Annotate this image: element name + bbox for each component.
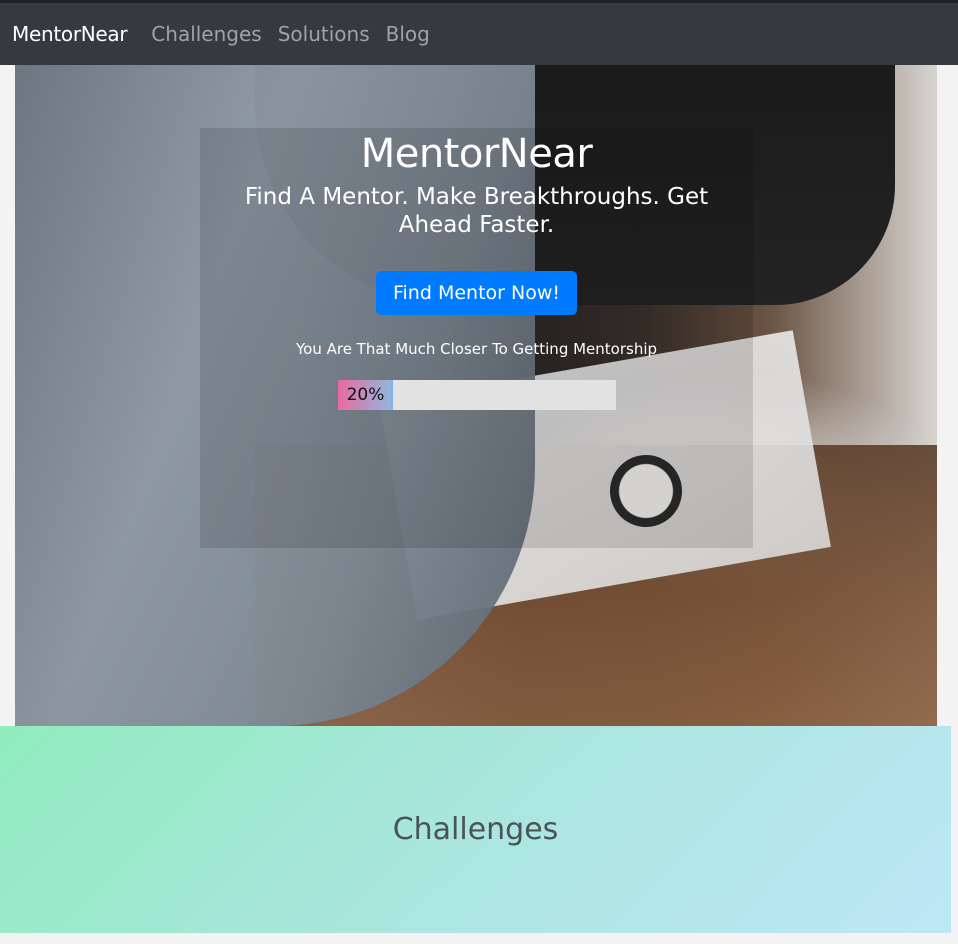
navbar: MentorNear Challenges Solutions Blog: [0, 3, 958, 65]
hero-subtitle: Find A Mentor. Make Breakthroughs. Get A…: [244, 184, 709, 238]
page-edge: [951, 65, 958, 944]
progress-bar: 20%: [337, 380, 616, 410]
nav-link-solutions[interactable]: Solutions: [278, 22, 370, 46]
challenges-section: Challenges: [0, 726, 951, 933]
nav-link-blog[interactable]: Blog: [386, 22, 430, 46]
nav-link-challenges[interactable]: Challenges: [151, 22, 261, 46]
progress-caption: You Are That Much Closer To Getting Ment…: [295, 340, 658, 358]
find-mentor-button[interactable]: Find Mentor Now!: [375, 271, 577, 315]
hero-title: MentorNear: [360, 131, 593, 177]
hero-content: MentorNear Find A Mentor. Make Breakthro…: [200, 128, 753, 410]
challenges-heading: Challenges: [392, 812, 559, 847]
progress-label: 20%: [346, 385, 385, 405]
hero-section: MentorNear Find A Mentor. Make Breakthro…: [15, 65, 937, 726]
brand-link[interactable]: MentorNear: [12, 22, 128, 46]
